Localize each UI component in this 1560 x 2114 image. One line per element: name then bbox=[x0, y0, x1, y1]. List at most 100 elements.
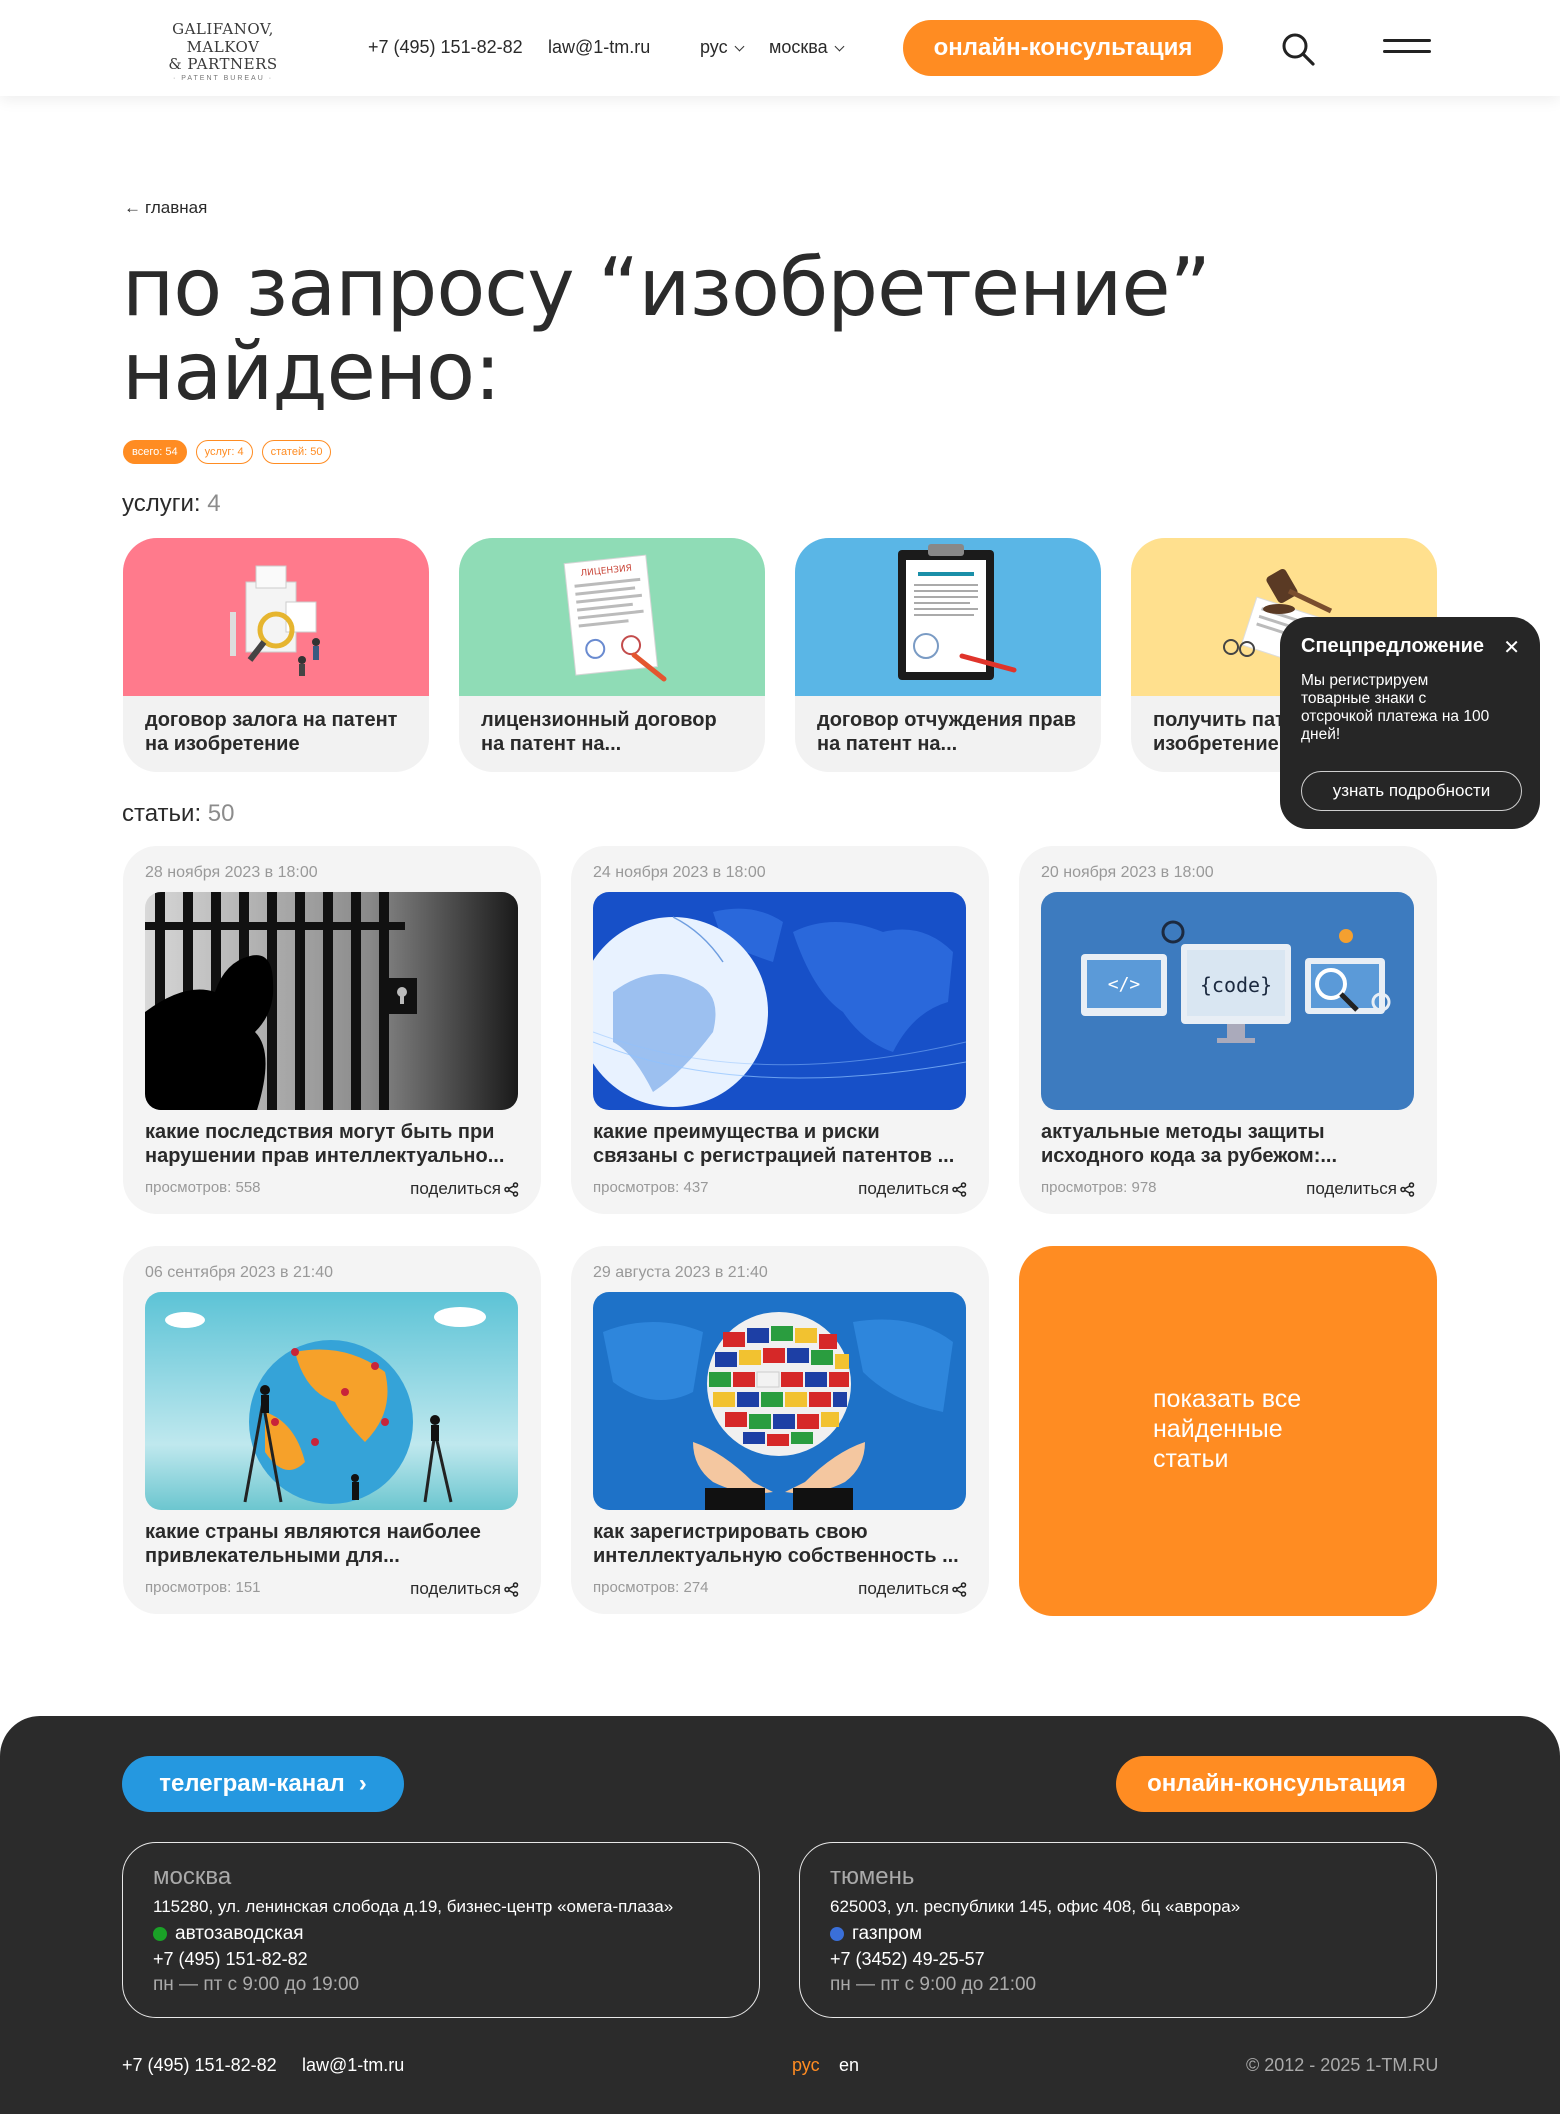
share-button[interactable]: поделиться bbox=[1306, 1179, 1415, 1199]
learn-more-button[interactable]: узнать подробности bbox=[1301, 771, 1522, 811]
menu-icon[interactable] bbox=[1383, 37, 1431, 57]
article-date: 24 ноября 2023 в 18:00 bbox=[593, 864, 766, 881]
share-button[interactable]: поделиться bbox=[410, 1579, 519, 1599]
service-card[interactable]: договор залога на патент на изобретение bbox=[123, 538, 429, 772]
header-phone-link[interactable]: +7 (495) 151-82-82 bbox=[368, 36, 523, 58]
show-all-articles-button[interactable]: показать все найденные статьи bbox=[1019, 1246, 1437, 1616]
result-filter-chips: всего: 54 услуг: 4 статей: 50 bbox=[123, 440, 332, 464]
share-label: поделиться bbox=[858, 1179, 949, 1198]
share-icon bbox=[504, 1581, 519, 1597]
article-title: актуальные методы защиты исходного кода … bbox=[1041, 1121, 1338, 1167]
service-title: договор залога на патент на изобретение bbox=[145, 709, 398, 755]
article-title: какие последствия могут быть при нарушен… bbox=[145, 1121, 505, 1167]
share-label: поделиться bbox=[1306, 1179, 1397, 1198]
share-button[interactable]: поделиться bbox=[858, 1579, 967, 1599]
article-title: какие страны являются наиболее привлекат… bbox=[145, 1521, 481, 1567]
article-title: какие преимущества и риски связаны с рег… bbox=[593, 1121, 955, 1167]
city-label: москва bbox=[769, 37, 828, 57]
articles-label: статьи: bbox=[122, 800, 202, 827]
office-phone[interactable]: +7 (3452) 49-25-57 bbox=[830, 1949, 1406, 1970]
service-illustration-clipboard bbox=[795, 538, 1101, 696]
special-offer-popup: Спецпредложение ✕ Мы регистрируем товарн… bbox=[1280, 617, 1540, 829]
language-label: рус bbox=[700, 37, 728, 57]
close-icon[interactable]: ✕ bbox=[1503, 635, 1520, 660]
article-card[interactable]: 06 сентября 2023 в 21:40 какие страны яв… bbox=[123, 1246, 541, 1614]
code-tag-text: </> bbox=[1108, 974, 1141, 995]
service-illustration-license: ЛИЦЕНЗИЯ bbox=[459, 538, 765, 696]
chevron-right-icon: › bbox=[358, 1770, 367, 1797]
article-card[interactable]: 28 ноября 2023 в 18:00 какие последствия… bbox=[123, 846, 541, 1214]
search-icon[interactable] bbox=[1281, 32, 1315, 66]
article-views: просмотров: 274 bbox=[593, 1579, 709, 1596]
services-heading: услуги: 4 bbox=[122, 490, 221, 518]
article-views: просмотров: 151 bbox=[145, 1579, 261, 1596]
copyright: © 2012 - 2025 1-TM.RU bbox=[1246, 2055, 1439, 2075]
services-label: услуги: bbox=[122, 490, 201, 517]
online-consultation-button[interactable]: онлайн-консультация bbox=[903, 20, 1223, 76]
arrow-left-icon: ← bbox=[124, 198, 141, 217]
page-title-line-1: по запросу “изобретение” bbox=[122, 241, 1211, 334]
telegram-label: телеграм-канал bbox=[159, 1770, 345, 1797]
service-card[interactable]: ЛИЦЕНЗИЯ лицензионный договор на патент … bbox=[459, 538, 765, 772]
office-card-tyumen: тюмень 625003, ул. республики 145, офис … bbox=[799, 1842, 1437, 2018]
footer-lang-en[interactable]: en bbox=[839, 2055, 859, 2076]
logo-line-3: · PATENT BUREAU · bbox=[172, 75, 274, 82]
share-icon bbox=[952, 1181, 967, 1197]
logo-line-2: & PARTNERS bbox=[168, 55, 278, 73]
share-label: поделиться bbox=[858, 1579, 949, 1598]
language-select[interactable]: рус bbox=[700, 36, 745, 58]
share-label: поделиться bbox=[410, 1579, 501, 1598]
header-email-link[interactable]: law@1-tm.ru bbox=[548, 36, 650, 58]
chevron-down-icon bbox=[734, 41, 745, 52]
office-address: 625003, ул. республики 145, офис 408, бц… bbox=[830, 1897, 1241, 1916]
service-illustration-pledge bbox=[123, 538, 429, 696]
footer-phone-link[interactable]: +7 (495) 151-82-82 bbox=[122, 2055, 277, 2076]
article-card[interactable]: 29 августа 2023 в 21:40 как зарегистриро… bbox=[571, 1246, 989, 1614]
office-phone[interactable]: +7 (495) 151-82-82 bbox=[153, 1949, 729, 1970]
article-card[interactable]: 24 ноября 2023 в 18:00 какие преимуществ… bbox=[571, 846, 989, 1214]
breadcrumb-label: главная bbox=[145, 198, 208, 217]
article-date: 20 ноября 2023 в 18:00 bbox=[1041, 864, 1214, 881]
articles-count: 50 bbox=[207, 800, 235, 827]
article-image-code: </> {code} bbox=[1041, 892, 1414, 1110]
metro-station: автозаводская bbox=[175, 1923, 304, 1944]
office-hours: пн — пт с 9:00 до 21:00 bbox=[830, 1974, 1037, 1995]
share-icon bbox=[1400, 1181, 1415, 1197]
breadcrumb-home-link[interactable]: ← главная bbox=[124, 198, 207, 218]
footer-consultation-button[interactable]: онлайн-консультация bbox=[1116, 1756, 1437, 1812]
article-image-prison bbox=[145, 892, 518, 1110]
service-card[interactable]: договор отчуждения прав на патент на... bbox=[795, 538, 1101, 772]
page-title-line-2: найдено: bbox=[122, 325, 501, 418]
service-title: лицензионный договор на патент на... bbox=[481, 709, 717, 755]
article-image-earth-ladders bbox=[145, 1292, 518, 1510]
service-title: договор отчуждения прав на патент на... bbox=[817, 709, 1077, 755]
article-date: 29 августа 2023 в 21:40 bbox=[593, 1264, 768, 1281]
landmark-icon bbox=[830, 1927, 844, 1941]
services-count: 4 bbox=[207, 490, 221, 517]
share-button[interactable]: поделиться bbox=[858, 1179, 967, 1199]
article-image-flags-globe bbox=[593, 1292, 966, 1510]
office-metro: автозаводская bbox=[153, 1923, 729, 1945]
share-icon bbox=[952, 1581, 967, 1597]
chip-all[interactable]: всего: 54 bbox=[123, 440, 187, 464]
landmark-name: газпром bbox=[852, 1923, 923, 1944]
telegram-channel-button[interactable]: телеграм-канал › bbox=[122, 1756, 404, 1812]
article-title: как зарегистрировать свою интеллектуальн… bbox=[593, 1521, 959, 1567]
article-views: просмотров: 558 bbox=[145, 1179, 261, 1196]
show-all-label: показать все найденные статьи bbox=[1153, 1385, 1302, 1473]
article-image-globe bbox=[593, 892, 966, 1110]
logo[interactable]: GALIFANOV, MALKOV & PARTNERS · PATENT BU… bbox=[138, 20, 308, 85]
page-title: по запросу “изобретение” найдено: bbox=[122, 246, 1222, 414]
share-button[interactable]: поделиться bbox=[410, 1179, 519, 1199]
site-header: GALIFANOV, MALKOV & PARTNERS · PATENT BU… bbox=[0, 0, 1560, 96]
city-select[interactable]: москва bbox=[769, 36, 845, 58]
footer-email-link[interactable]: law@1-tm.ru bbox=[302, 2055, 404, 2076]
chip-services[interactable]: услуг: 4 bbox=[195, 440, 253, 464]
site-footer: телеграм-канал › онлайн-консультация мос… bbox=[0, 1716, 1560, 2114]
office-city: тюмень bbox=[830, 1863, 915, 1890]
chip-articles[interactable]: статей: 50 bbox=[261, 440, 332, 464]
article-date: 06 сентября 2023 в 21:40 bbox=[145, 1264, 333, 1281]
article-card[interactable]: 20 ноября 2023 в 18:00 </> {code} актуал… bbox=[1019, 846, 1437, 1214]
footer-lang-ru[interactable]: рус bbox=[792, 2055, 820, 2076]
article-date: 28 ноября 2023 в 18:00 bbox=[145, 864, 318, 881]
